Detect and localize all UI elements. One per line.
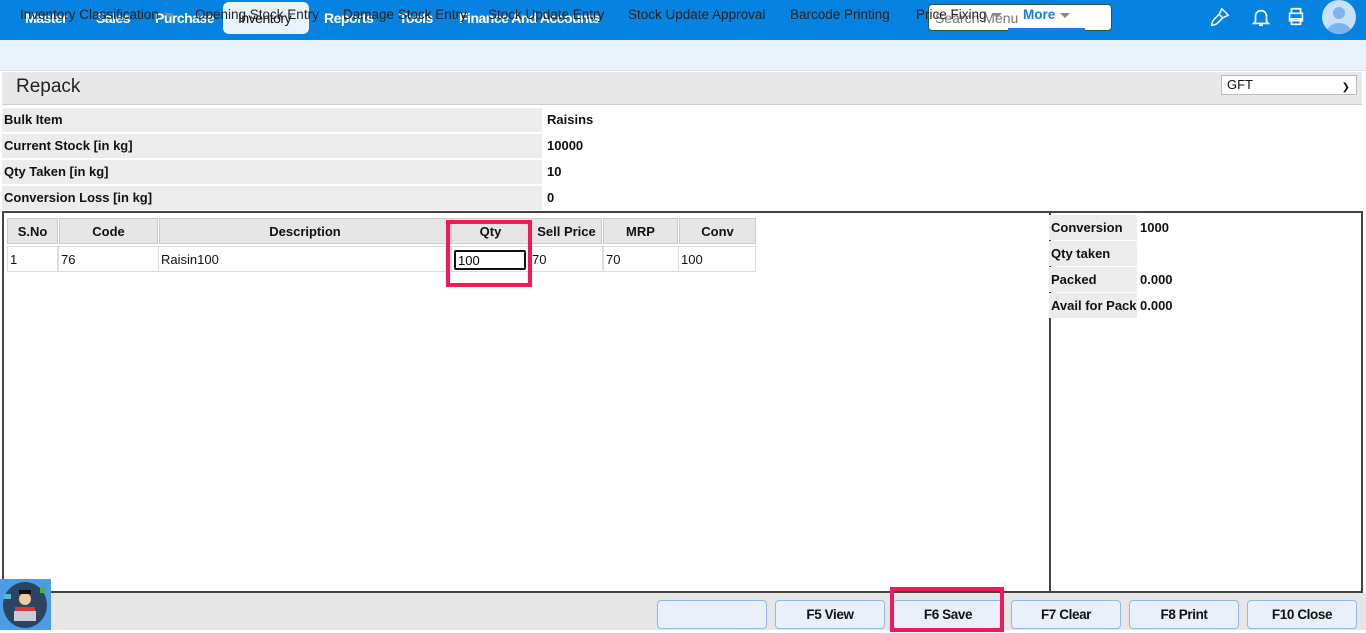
conversion-loss-label: Conversion Loss [in kg] (2, 186, 542, 210)
current-stock-label: Current Stock [in kg] (2, 134, 542, 158)
caret-down-icon (1060, 12, 1071, 18)
subnav-more[interactable]: More (1008, 0, 1086, 31)
subnav-label: Price Fixing (916, 7, 987, 22)
paintbrush-icon[interactable] (1209, 6, 1231, 28)
subnav-stock-update-approval[interactable]: Stock Update Approval (628, 0, 765, 31)
cell-code[interactable]: 76 (58, 246, 159, 272)
conversion-label: Conversion (1049, 215, 1137, 240)
packed-value: 0.000 (1140, 272, 1173, 287)
cell-conv[interactable]: 100 (678, 246, 756, 272)
bulk-item-label: Bulk Item (2, 108, 542, 132)
subnav-opening-stock-entry[interactable]: Opening Stock Entry (195, 0, 319, 31)
col-header-sell-price: Sell Price (531, 218, 602, 244)
printer-icon[interactable] (1285, 6, 1307, 28)
cell-description[interactable]: Raisin100 (158, 246, 451, 272)
cell-sell-price[interactable]: 70 (529, 246, 603, 272)
col-header-conv: Conv (679, 218, 756, 244)
f8-print-button[interactable]: F8 Print (1129, 600, 1239, 629)
save-highlight-box (890, 587, 1004, 632)
location-select[interactable]: GFT ❯ (1221, 75, 1357, 95)
qty-taken-summary-label: Qty taken (1049, 241, 1137, 266)
assistant-avatar-icon[interactable] (0, 579, 51, 630)
qty-highlight-box (446, 220, 532, 287)
sub-nav-bar (0, 40, 1366, 71)
current-stock-value: 10000 (547, 138, 584, 153)
subnav-barcode-printing[interactable]: Barcode Printing (790, 0, 890, 31)
cell-sno: 1 (7, 246, 58, 272)
page-header: Repack GFT ❯ (2, 72, 1362, 105)
col-header-description: Description (159, 218, 451, 244)
avail-for-pack-label: Avail for Pack (1049, 293, 1137, 318)
subnav-inventory-classification[interactable]: Inventory Classification (20, 0, 174, 31)
f10-close-button[interactable]: F10 Close (1247, 600, 1357, 629)
subnav-stock-update-entry[interactable]: Stock Update Entry (488, 0, 604, 31)
packed-label: Packed (1049, 267, 1137, 292)
subnav-price-fixing[interactable]: Price Fixing (916, 0, 1002, 31)
avail-for-pack-value: 0.000 (1140, 298, 1173, 313)
conversion-value: 1000 (1140, 220, 1169, 235)
bulk-item-value: Raisins (547, 112, 594, 127)
col-header-sno: S.No (7, 218, 58, 244)
col-header-mrp: MRP (603, 218, 678, 244)
conversion-loss-value: 0 (547, 190, 555, 205)
qty-taken-label: Qty Taken [in kg] (2, 160, 542, 184)
bell-icon[interactable] (1250, 6, 1272, 28)
page-title: Repack (16, 76, 81, 97)
caret-down-icon (991, 12, 1002, 18)
subnav-label: More (1023, 7, 1056, 22)
select-value: GFT (1227, 77, 1253, 92)
chevron-down-icon: ❯ (1341, 82, 1350, 93)
caret-down-icon (163, 12, 174, 18)
f7-clear-button[interactable]: F7 Clear (1011, 600, 1121, 629)
col-header-code: Code (59, 218, 158, 244)
f5-view-button[interactable]: F5 View (775, 600, 885, 629)
subnav-damage-stock-entry[interactable]: Damage Stock Entry (343, 0, 467, 31)
cell-mrp[interactable]: 70 (603, 246, 679, 272)
blank-button[interactable] (657, 600, 767, 629)
user-avatar[interactable] (1322, 0, 1356, 34)
subnav-label: Inventory Classification (20, 7, 159, 22)
qty-taken-value: 10 (547, 164, 562, 179)
